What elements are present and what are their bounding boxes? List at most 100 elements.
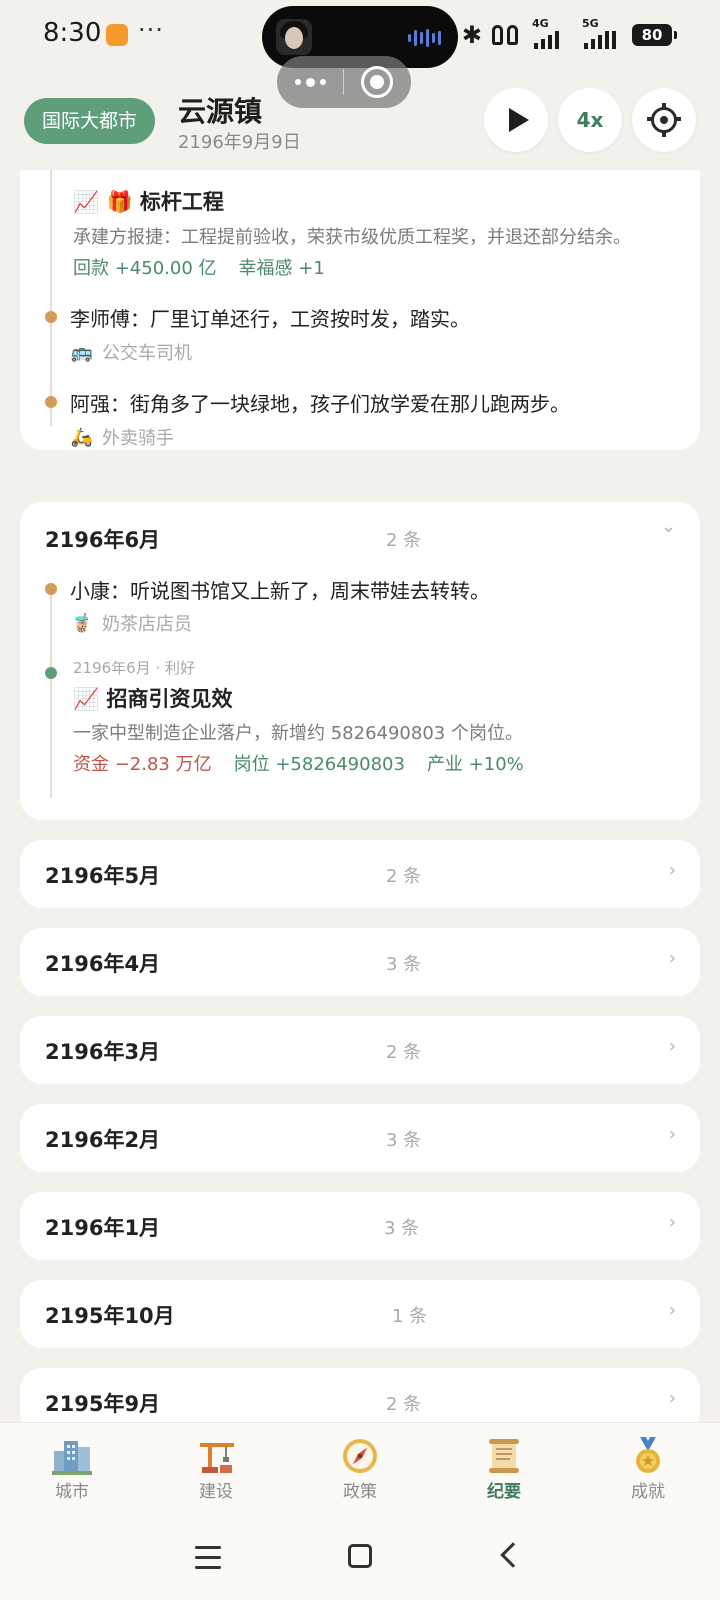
- tab-achievements[interactable]: 成就: [576, 1423, 720, 1512]
- music-cover-avatar: [276, 19, 312, 55]
- chevron-right-icon: ›: [668, 1388, 676, 1409]
- event-title: 📈 招商引资见效: [73, 687, 233, 711]
- tab-label: 成就: [631, 1482, 665, 1502]
- timeline-dot: [45, 396, 57, 408]
- resident-role: 🛵 外卖骑手: [70, 426, 174, 450]
- tab-build[interactable]: 建设: [144, 1423, 288, 1512]
- home-icon[interactable]: [348, 1544, 372, 1568]
- settings-button[interactable]: [632, 88, 696, 152]
- chevron-right-icon: ›: [668, 1212, 676, 1233]
- event-meta: 2196年6月 · 利好: [73, 659, 196, 677]
- month-title[interactable]: 2196年6月: [45, 524, 160, 554]
- trend-up-icon: 📈: [73, 687, 100, 711]
- status-more-icon: ···: [138, 16, 164, 44]
- month-title: 2196年4月: [45, 952, 161, 976]
- city-icon: [52, 1441, 92, 1475]
- compass-icon: [343, 1439, 377, 1473]
- scooter-icon: 🛵: [70, 426, 94, 448]
- event-title: 📈 🎁 标杆工程: [73, 190, 224, 214]
- gear-icon: [647, 103, 681, 137]
- system-navigation-bar: [0, 1512, 720, 1600]
- effect-funds: 回款 +450.00 亿: [73, 258, 217, 279]
- month-entry-count: 3 条: [386, 954, 422, 975]
- resident-quote: 小康：听说图书馆又上新了，周末带娃去转转。: [70, 579, 490, 603]
- play-button[interactable]: [484, 88, 548, 152]
- month-title: 2196年3月: [45, 1040, 161, 1064]
- tab-label: 纪要: [487, 1482, 521, 1502]
- month-entry-count: 1 条: [392, 1306, 428, 1327]
- event-effects: 回款 +450.00 亿 幸福感 +1: [73, 254, 325, 280]
- effect-industry: 产业 +10%: [426, 754, 524, 775]
- tab-policy[interactable]: 政策: [288, 1423, 432, 1512]
- recent-apps-icon[interactable]: [195, 1546, 221, 1576]
- earbuds-icon: [492, 23, 522, 47]
- timeline-line: [50, 170, 52, 426]
- bluetooth-icon: ✱: [461, 21, 482, 49]
- speed-button[interactable]: 4x: [558, 88, 622, 152]
- month-entry-count: 2 条: [386, 1042, 422, 1063]
- timeline-dot: [45, 583, 57, 595]
- bottom-tab-bar: 城市 建设 政策 纪要 成就: [0, 1422, 720, 1512]
- chevron-right-icon: ›: [668, 1124, 676, 1145]
- game-date: 2196年9月9日: [178, 132, 301, 153]
- tab-label: 城市: [55, 1482, 89, 1502]
- month-card-expanded: 📈 🎁 标杆工程 承建方报捷：工程提前验收，荣获市级优质工程奖，并退还部分结余。…: [20, 170, 700, 450]
- play-icon: [509, 108, 529, 132]
- effect-funds: 资金 −2.83 万亿: [73, 754, 212, 775]
- event-description: 承建方报捷：工程提前验收，荣获市级优质工程奖，并退还部分结余。: [73, 227, 631, 248]
- chevron-right-icon: ›: [668, 1300, 676, 1321]
- trend-gift-icon: 📈 🎁: [73, 190, 133, 214]
- month-entry-count: 2 条: [386, 1394, 422, 1415]
- month-card-collapsed[interactable]: 2196年4月 3 条 ›: [20, 928, 700, 996]
- resident-quote: 阿强：街角多了一块绿地，孩子们放学爱在那儿跑两步。: [70, 392, 570, 416]
- month-card-collapsed[interactable]: 2195年10月 1 条 ›: [20, 1280, 700, 1348]
- battery-icon: 80: [632, 24, 677, 46]
- status-indicators: ✱ 4G 5G 80: [461, 17, 677, 50]
- app-header: 国际大都市 云源镇 2196年9月9日 4x: [0, 70, 720, 170]
- chronicle-list[interactable]: 📈 🎁 标杆工程 承建方报捷：工程提前验收，荣获市级优质工程奖，并退还部分结余。…: [0, 170, 720, 1422]
- city-name: 云源镇: [178, 95, 263, 128]
- back-icon[interactable]: [500, 1542, 526, 1568]
- signal-5g-icon: 5G: [582, 17, 622, 49]
- tab-label: 建设: [199, 1482, 233, 1502]
- month-title: 2196年2月: [45, 1128, 161, 1152]
- tab-label: 政策: [343, 1482, 377, 1502]
- timeline-line: [50, 586, 52, 798]
- crane-icon: [200, 1443, 234, 1473]
- resident-role: 🧋 奶茶店店员: [70, 612, 192, 636]
- scroll-icon: [489, 1439, 519, 1473]
- status-time: 8:30: [43, 18, 102, 48]
- month-entry-count: 2 条: [386, 530, 422, 551]
- audio-wave-icon: [408, 28, 442, 48]
- milk-tea-icon: 🧋: [70, 612, 94, 634]
- collapse-chevron-icon[interactable]: ⌄: [661, 516, 676, 537]
- month-entry-count: 3 条: [384, 1218, 420, 1239]
- resident-role: 🚌 公交车司机: [70, 341, 192, 365]
- event-description: 一家中型制造企业落户，新增约 5826490803 个岗位。: [73, 723, 523, 744]
- chevron-right-icon: ›: [668, 860, 676, 881]
- event-effects: 资金 −2.83 万亿 岗位 +5826490803 产业 +10%: [73, 750, 524, 776]
- month-card-expanded: 2196年6月 2 条 ⌄ 小康：听说图书馆又上新了，周末带娃去转转。 🧋 奶茶…: [20, 502, 700, 820]
- tab-chronicle[interactable]: 纪要: [432, 1423, 576, 1512]
- notification-app-icon: [106, 24, 128, 46]
- tab-city[interactable]: 城市: [0, 1423, 144, 1512]
- month-title: 2196年1月: [45, 1216, 161, 1240]
- effect-jobs: 岗位 +5826490803: [233, 754, 405, 775]
- chevron-right-icon: ›: [668, 948, 676, 969]
- effect-happiness: 幸福感 +1: [238, 258, 325, 279]
- resident-quote: 李师傅：厂里订单还行，工资按时发，踏实。: [70, 307, 470, 331]
- month-card-collapsed[interactable]: 2195年9月 2 条 ›: [20, 1368, 700, 1422]
- timeline-dot: [45, 667, 57, 679]
- city-level-badge[interactable]: 国际大都市: [24, 98, 156, 144]
- month-card-collapsed[interactable]: 2196年3月 2 条 ›: [20, 1016, 700, 1084]
- month-card-collapsed[interactable]: 2196年1月 3 条 ›: [20, 1192, 700, 1260]
- chevron-right-icon: ›: [668, 1036, 676, 1057]
- month-card-collapsed[interactable]: 2196年2月 3 条 ›: [20, 1104, 700, 1172]
- month-title: 2195年9月: [45, 1392, 161, 1416]
- month-title: 2195年10月: [45, 1304, 175, 1328]
- month-entry-count: 2 条: [386, 866, 422, 887]
- timeline-dot: [45, 311, 57, 323]
- bus-icon: 🚌: [70, 341, 94, 363]
- medal-icon: [636, 1437, 660, 1473]
- month-card-collapsed[interactable]: 2196年5月 2 条 ›: [20, 840, 700, 908]
